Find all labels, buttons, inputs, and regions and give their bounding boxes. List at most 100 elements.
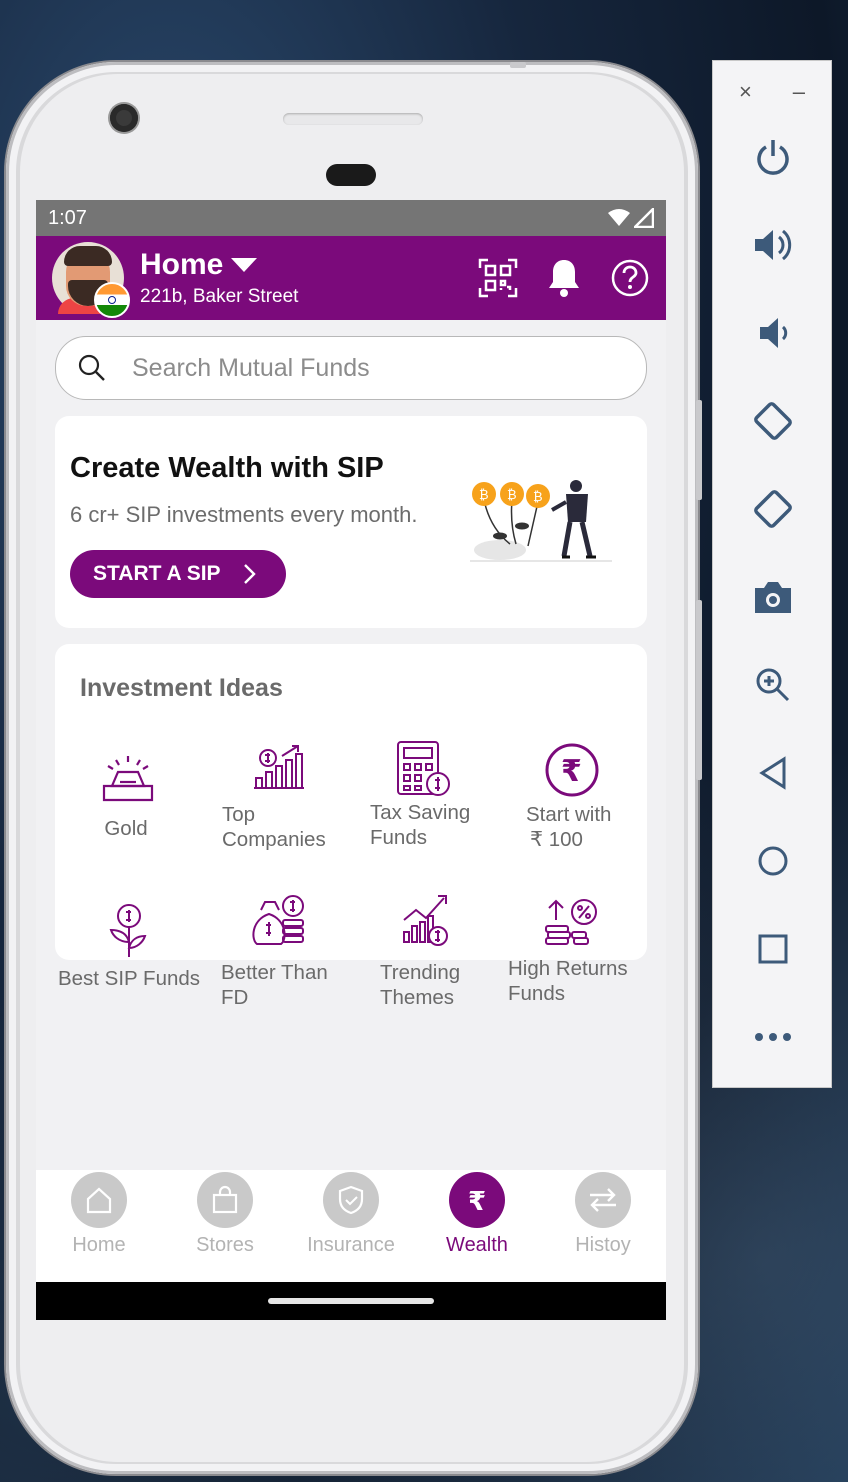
search-bar[interactable]: Search Mutual Funds [55, 336, 647, 400]
idea-better-than-fd[interactable]: Better Than FD [221, 894, 351, 1010]
nav-insurance[interactable]: Insurance [288, 1170, 414, 1282]
idea-tax-saving-funds[interactable]: Tax Saving Funds [370, 740, 500, 850]
idea-label-line1: Better Than [221, 961, 328, 984]
svg-text:₿: ₿ [533, 490, 543, 505]
nav-history[interactable]: Histoy [540, 1170, 666, 1282]
home-icon [86, 1187, 112, 1214]
signal-icon [634, 208, 654, 228]
power-icon [757, 140, 789, 175]
location-selector[interactable]: Home 221b, Baker Street [140, 248, 478, 308]
back-icon [759, 756, 786, 790]
volume-down-button[interactable] [749, 309, 797, 357]
camera-icon [755, 582, 791, 613]
idea-start-with-100[interactable]: ₹ Start with ₹ 100 [526, 742, 646, 852]
idea-label-line2: ₹ 100 [530, 828, 583, 851]
idea-label-line2: Funds [508, 982, 565, 1005]
rotate-right-icon [754, 490, 792, 528]
status-icons [608, 208, 654, 228]
idea-label-line2: Themes [380, 986, 455, 1009]
minimize-icon[interactable]: – [793, 79, 805, 105]
location-address: 221b, Baker Street [140, 286, 299, 307]
svg-text:₹: ₹ [468, 1187, 486, 1215]
idea-label-line1: Start with [526, 803, 612, 826]
more-button[interactable] [749, 1013, 797, 1061]
system-navigation-bar [36, 1282, 666, 1320]
home-button[interactable] [749, 837, 797, 885]
idea-high-returns-funds[interactable]: High Returns Funds [508, 896, 648, 1006]
nav-label: Home [72, 1234, 126, 1256]
rotate-left-icon [754, 402, 792, 440]
avatar[interactable] [52, 242, 130, 318]
growth-chart-icon [254, 745, 304, 789]
overview-button[interactable] [749, 925, 797, 973]
shield-icon [338, 1185, 364, 1215]
idea-label-line1: Tax Saving [370, 801, 471, 824]
status-time: 1:07 [48, 206, 87, 229]
gold-bars-icon [102, 756, 154, 802]
trending-chart-icon [403, 895, 448, 946]
volume-up-button[interactable] [749, 221, 797, 269]
qr-scan-icon[interactable] [478, 258, 518, 298]
emulator-toolbar: × – [712, 60, 832, 1088]
idea-label: Gold [104, 817, 148, 840]
nav-label: Insurance [307, 1234, 395, 1256]
svg-text:₿: ₿ [507, 488, 517, 503]
back-button[interactable] [749, 749, 797, 797]
money-bag-coins-icon [252, 895, 304, 945]
money-plant-icon [109, 904, 147, 957]
side-button [696, 400, 702, 500]
nav-stores[interactable]: Stores [162, 1170, 288, 1282]
idea-label-line1: Trending [380, 961, 461, 984]
power-button[interactable] [749, 133, 797, 181]
volume-down-icon [760, 318, 788, 348]
search-icon [78, 354, 105, 381]
start-sip-button[interactable]: START A SIP [70, 550, 286, 598]
rotate-right-button[interactable] [749, 485, 797, 533]
bell-icon[interactable] [546, 258, 582, 298]
idea-best-sip-funds[interactable]: Best SIP Funds [56, 902, 202, 991]
dropdown-caret-icon [231, 258, 258, 272]
chevron-right-icon [243, 564, 256, 584]
nav-wealth[interactable]: ₹ Wealth [414, 1170, 540, 1282]
status-bar: 1:07 [36, 200, 666, 236]
overview-icon [758, 934, 788, 964]
ideas-title: Investment Ideas [80, 674, 283, 702]
shopping-bag-icon [212, 1185, 238, 1214]
india-flag-icon [94, 282, 130, 318]
close-icon[interactable]: × [739, 79, 752, 105]
idea-gold[interactable]: Gold [100, 754, 156, 841]
sip-title: Create Wealth with SIP [70, 452, 384, 484]
nav-label: Histoy [575, 1234, 631, 1256]
svg-text:₿: ₿ [479, 488, 489, 503]
idea-trending-themes[interactable]: Trending Themes [380, 892, 500, 1010]
screenshot-button[interactable] [749, 573, 797, 621]
earpiece [326, 164, 376, 186]
zoom-icon [756, 668, 790, 702]
front-camera [110, 104, 138, 132]
rupee-icon: ₹ [468, 1187, 486, 1215]
zoom-button[interactable] [749, 661, 797, 709]
sip-subtitle: 6 cr+ SIP investments every month. [70, 502, 418, 527]
transfer-arrows-icon [590, 1188, 616, 1212]
wifi-icon [608, 209, 630, 226]
nav-label: Wealth [446, 1234, 508, 1256]
nav-home[interactable]: Home [36, 1170, 162, 1282]
home-gesture-pill[interactable] [268, 1298, 434, 1304]
idea-top-companies[interactable]: Top Companies [222, 744, 342, 852]
side-button [696, 600, 702, 780]
search-input[interactable]: Search Mutual Funds [132, 354, 370, 383]
idea-label: Best SIP Funds [57, 967, 201, 990]
top-button [510, 62, 526, 68]
rotate-left-button[interactable] [749, 397, 797, 445]
bottom-navigation: Home Stores Insurance ₹ Wealth Histoy [36, 1170, 666, 1282]
nav-label: Stores [196, 1234, 254, 1256]
device-screen: 1:07 Home 221b, Baker Street Search Mutu… [36, 200, 666, 1320]
location-title: Home [140, 248, 224, 281]
help-icon[interactable] [610, 258, 650, 298]
idea-label-line2: FD [221, 986, 249, 1009]
speaker-grille [283, 113, 423, 125]
idea-label-line2: Funds [370, 826, 427, 849]
rupee-coin-icon: ₹ [545, 743, 599, 797]
app-header: Home 221b, Baker Street [36, 236, 666, 320]
volume-up-icon [755, 229, 792, 261]
